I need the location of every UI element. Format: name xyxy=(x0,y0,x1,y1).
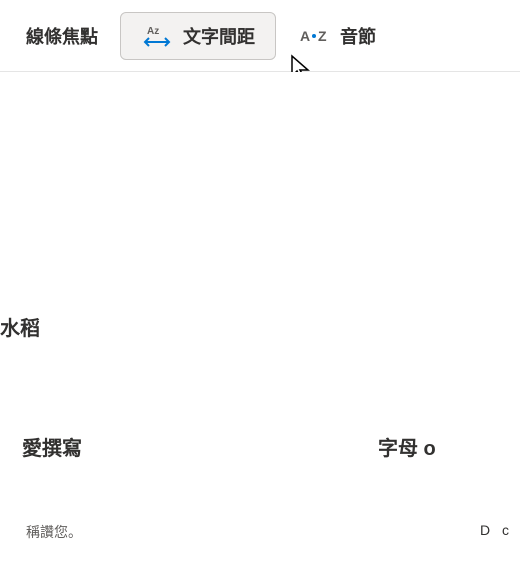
svg-text:Z: Z xyxy=(318,28,327,44)
line-focus-label: 線條焦點 xyxy=(26,23,98,49)
content-word-letter-o: 字母 o xyxy=(378,432,436,461)
toolbar: 線條焦點 Az 文字間距 A Z 音節 xyxy=(0,0,520,72)
syllables-label: 音節 xyxy=(340,23,376,49)
text-spacing-label: 文字間距 xyxy=(183,23,255,49)
content-word-love-write: 愛撰寫 xyxy=(22,432,82,461)
text-spacing-icon: Az xyxy=(141,24,173,48)
line-focus-button[interactable]: 線條焦點 xyxy=(12,15,112,57)
content-area: 水稻 愛撰寫 字母 o 稱讚您。 D c xyxy=(0,72,520,588)
content-right-text: D c xyxy=(480,522,513,538)
syllables-icon: A Z xyxy=(298,24,330,48)
content-praise: 稱讚您。 xyxy=(26,522,82,542)
svg-text:A: A xyxy=(300,28,310,44)
content-word-rice: 水稻 xyxy=(0,312,40,341)
syllables-button[interactable]: A Z 音節 xyxy=(284,15,390,57)
text-spacing-button[interactable]: Az 文字間距 xyxy=(120,12,276,60)
svg-text:Az: Az xyxy=(147,26,159,37)
